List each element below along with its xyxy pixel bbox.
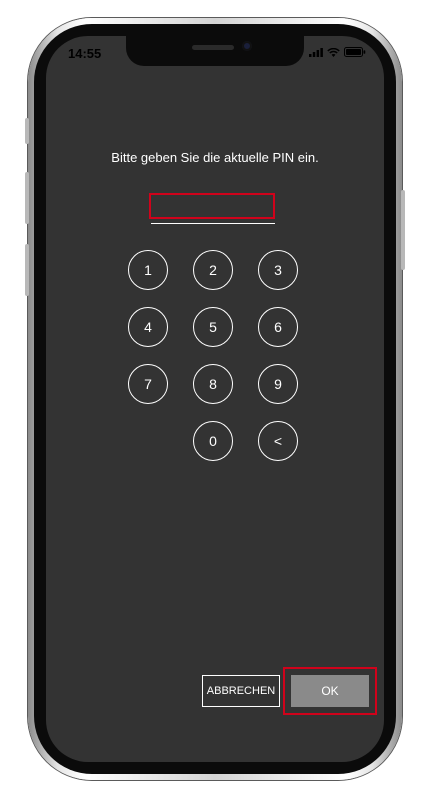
key-4[interactable]: 4 bbox=[128, 307, 168, 347]
notch bbox=[126, 36, 304, 66]
speaker bbox=[192, 45, 234, 50]
signal-icon bbox=[309, 47, 323, 57]
pin-input[interactable] bbox=[149, 193, 275, 219]
front-camera bbox=[242, 41, 252, 51]
key-1[interactable]: 1 bbox=[128, 250, 168, 290]
battery-icon bbox=[344, 47, 366, 57]
backspace-key[interactable]: < bbox=[258, 421, 298, 461]
key-0[interactable]: 0 bbox=[193, 421, 233, 461]
key-9[interactable]: 9 bbox=[258, 364, 298, 404]
wifi-icon bbox=[327, 47, 340, 57]
silent-switch bbox=[25, 118, 29, 144]
pin-underline bbox=[151, 223, 275, 224]
cancel-button[interactable]: ABBRECHEN bbox=[202, 675, 280, 707]
key-6[interactable]: 6 bbox=[258, 307, 298, 347]
key-5[interactable]: 5 bbox=[193, 307, 233, 347]
key-3[interactable]: 3 bbox=[258, 250, 298, 290]
screen: 14:55 Bitte geben Sie die aktuelle PIN e… bbox=[46, 36, 384, 762]
pin-prompt: Bitte geben Sie die aktuelle PIN ein. bbox=[111, 150, 319, 165]
key-7[interactable]: 7 bbox=[128, 364, 168, 404]
volume-up-button bbox=[25, 172, 29, 224]
status-icons bbox=[309, 47, 366, 57]
status-time: 14:55 bbox=[68, 46, 102, 61]
power-button bbox=[401, 190, 405, 270]
volume-down-button bbox=[25, 244, 29, 296]
key-2[interactable]: 2 bbox=[193, 250, 233, 290]
ok-button[interactable]: OK bbox=[291, 675, 369, 707]
key-8[interactable]: 8 bbox=[193, 364, 233, 404]
